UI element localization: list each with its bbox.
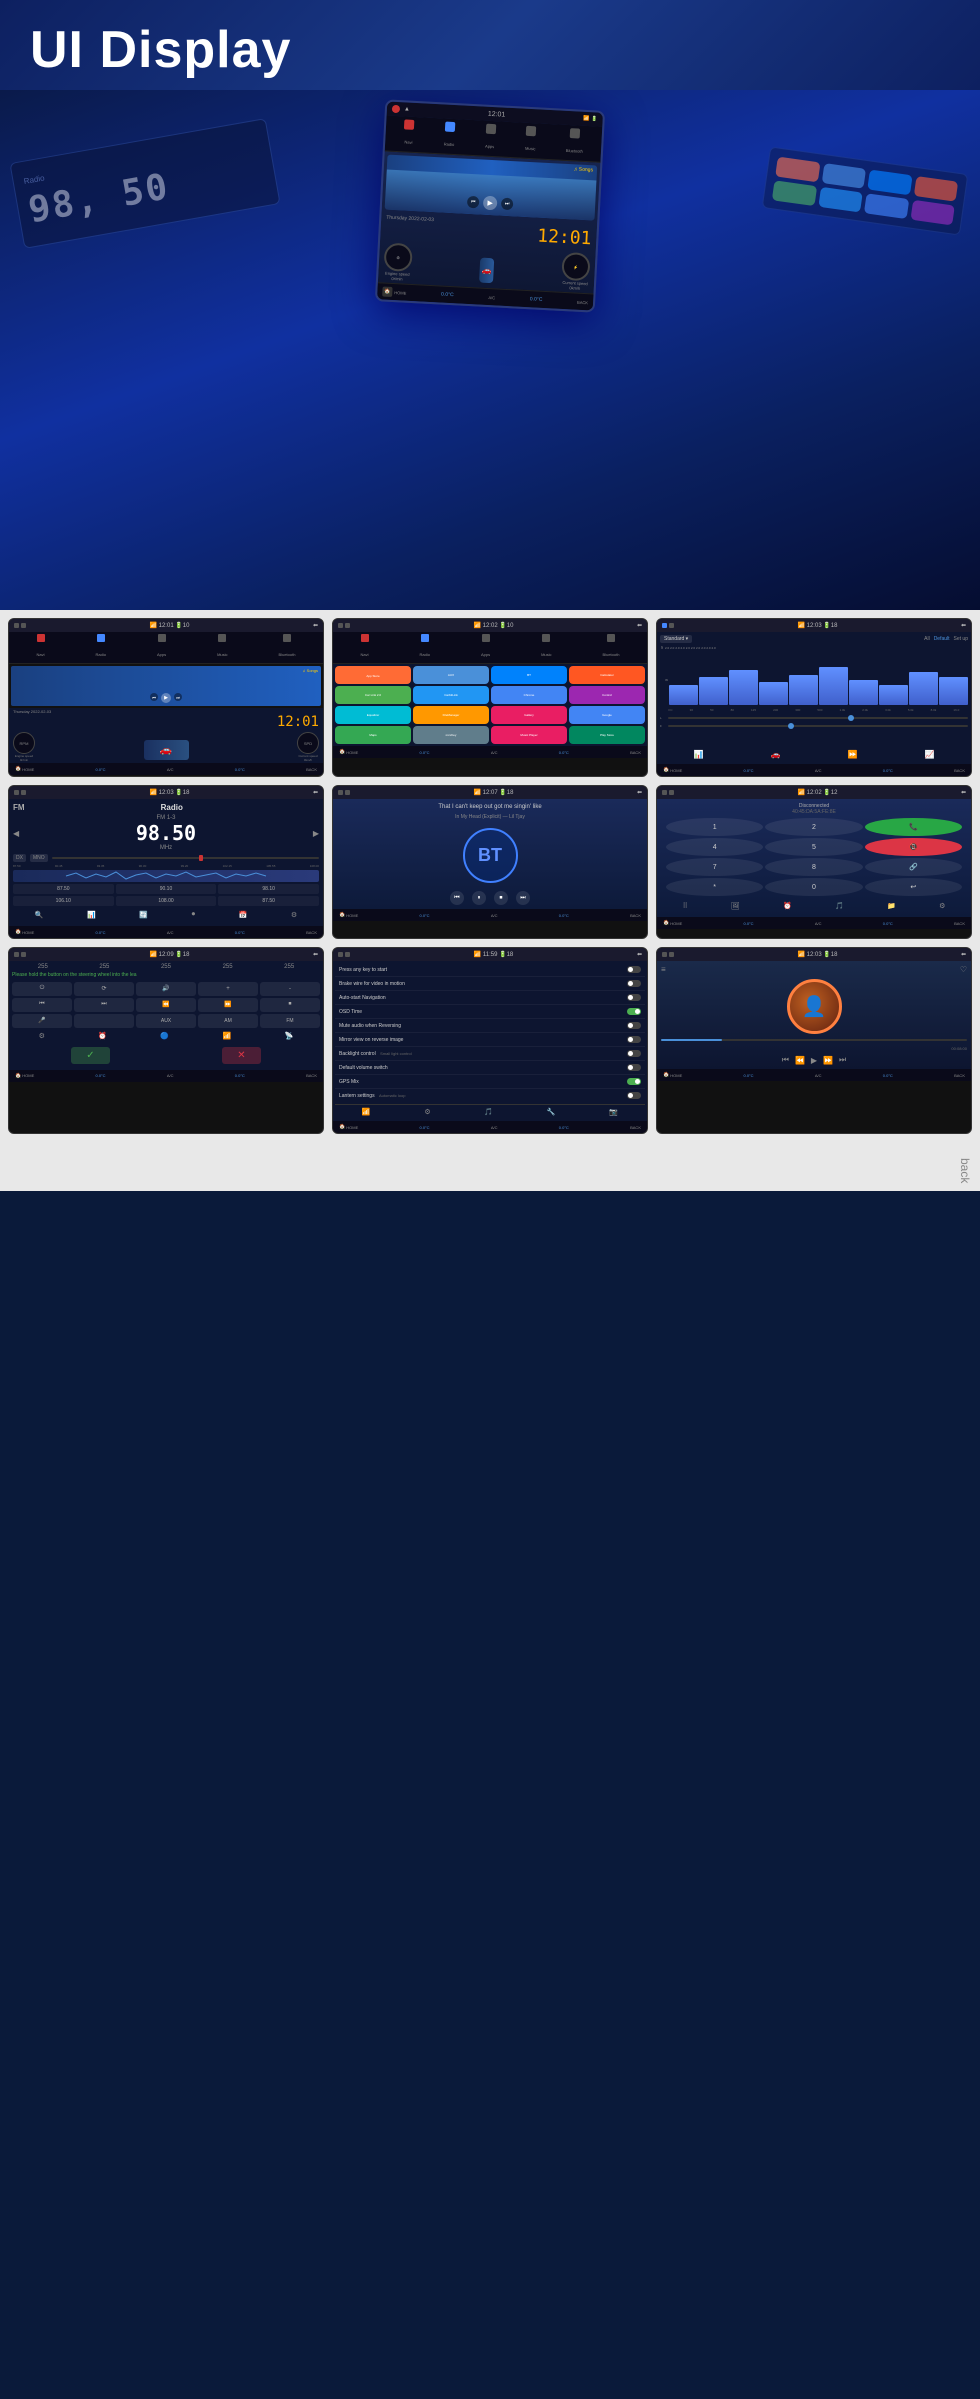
sw-cancel-btn[interactable]: ✕ <box>222 1047 260 1064</box>
screen-phone-bottom: 🏠 HOME 0.0°C A/C 0.0°C BACK <box>657 917 971 929</box>
screen-eq-header: 📶 12:03 🔋18 ⬅ <box>657 619 971 632</box>
sw-check-btn[interactable]: ✓ <box>71 1047 109 1064</box>
hero-section: Radio 98, 50 ▲ <box>0 90 980 610</box>
screen-home-bottom: 🏠 HOME 0.0°C A/C 0.0°C BACK <box>9 763 323 775</box>
screen-radio-bottom: 🏠 HOME 0.0°C A/C 0.0°C BACK <box>9 926 323 938</box>
setting-1: Press any key to start <box>339 967 387 973</box>
screen-bt-header: 📶 12:07 🔋18 ⬅ <box>333 786 647 799</box>
screen-sw-bottom: 🏠 HOME 0.0°C A/C 0.0°C BACK <box>9 1070 323 1082</box>
screen-phone-header: 📶 12:02 🔋12 ⬅ <box>657 786 971 799</box>
screen-settings-time: 📶 11:59 🔋18 <box>474 951 514 958</box>
hero-back-label: BACK <box>577 299 588 305</box>
screen-sw-header: 📶 12:09 🔋18 ⬅ <box>9 948 323 961</box>
bt-song-subtitle: In My Head (Explicit) — Lil Tjay <box>337 814 643 820</box>
setting-7: Backlight control <box>339 1051 376 1057</box>
screen-home-back: BACK <box>306 767 317 772</box>
sw-hint: Please hold the button on the steering w… <box>12 972 320 979</box>
screen-apps-header: 📶 12:02 🔋10 ⬅ <box>333 619 647 632</box>
screens-row-2: 📶 12:03 🔋18 ⬅ FM Radio ◀ FM 1-3 98.50 MH… <box>8 785 972 939</box>
setting-5: Mute audio when Reversing <box>339 1023 401 1029</box>
screen-settings: 📶 11:59 🔋18 ⬅ Press any key to start Bra… <box>332 947 648 1134</box>
screen-settings-header: 📶 11:59 🔋18 ⬅ <box>333 948 647 961</box>
bt-song-title: That I can't keep out got me singin' lik… <box>337 803 643 811</box>
screen-bt-time: 📶 12:07 🔋18 <box>474 789 514 796</box>
music-heart-icon: ♡ <box>960 965 967 974</box>
hero-bg-screen-right <box>762 146 969 235</box>
screen-music: 📶 12:03 🔋18 ⬅ ≡ ♡ 👤 00:08:00 <box>656 947 972 1134</box>
screen-radio-time: 📶 12:03 🔋18 <box>150 789 190 796</box>
screen-steering-wheel: 📶 12:09 🔋18 ⬅ 255 255 255 255 255 Please… <box>8 947 324 1134</box>
screen-home-time: 📶 12:01 🔋10 <box>150 622 190 629</box>
page-header: UI Display <box>0 0 980 90</box>
radio-fm-label: FM <box>13 803 25 812</box>
hero-bg-screen-left: Radio 98, 50 <box>9 118 280 249</box>
screen-home-header: 📶 12:01 🔋10 ⬅ <box>9 619 323 632</box>
screen-settings-bottom: 🏠 HOME 0.0°C A/C 0.0°C BACK <box>333 1121 647 1133</box>
setting-6: Mirror view on reverse image <box>339 1037 403 1043</box>
screen-music-bottom: 🏠 HOME 0.0°C A/C 0.0°C BACK <box>657 1069 971 1081</box>
music-menu-icon: ≡ <box>661 965 666 974</box>
screen-sw-time: 📶 12:09 🔋18 <box>150 951 190 958</box>
screens-grid: 📶 12:01 🔋10 ⬅ Navi Radio Apps Music Blue… <box>0 610 980 1150</box>
screen-radio-header: 📶 12:03 🔋18 ⬅ <box>9 786 323 799</box>
screen-phone: 📶 12:02 🔋12 ⬅ Disconnected 40:45:DA:5A:F… <box>656 785 972 939</box>
setting-2: Brake wire for video in motion <box>339 981 405 987</box>
hero-home-label: HOME <box>394 290 406 296</box>
screen-home: 📶 12:01 🔋10 ⬅ Navi Radio Apps Music Blue… <box>8 618 324 777</box>
screen-apps-bottom: 🏠 HOME 0.0°C A/C 0.0°C BACK <box>333 746 647 758</box>
screen-music-time: 📶 12:03 🔋18 <box>798 951 838 958</box>
setting-4: OSD Time <box>339 1009 362 1015</box>
page-title: UI Display <box>30 20 950 80</box>
hero-main-screen: ▲ 12:01 📶 🔋 Navi Radio Apps Music Blueto… <box>375 99 605 312</box>
setting-9: GPS Mix <box>339 1079 359 1085</box>
footer: back <box>0 1150 980 1191</box>
screens-row-1: 📶 12:01 🔋10 ⬅ Navi Radio Apps Music Blue… <box>8 618 972 777</box>
screen-radio: 📶 12:03 🔋18 ⬅ FM Radio ◀ FM 1-3 98.50 MH… <box>8 785 324 939</box>
setting-10: Lantern settings <box>339 1093 375 1099</box>
setting-3: Auto-start Navigation <box>339 995 386 1001</box>
radio-freq: 98.50 <box>136 821 196 845</box>
screen-bt-bottom: 🏠 HOME 0.0°C A/C 0.0°C BACK <box>333 909 647 921</box>
screen-bt-music: 📶 12:07 🔋18 ⬅ That I can't keep out got … <box>332 785 648 939</box>
phone-mac: 40:45:DA:5A:FE:8E <box>661 809 967 815</box>
hero-songs-label: ♫ Songs <box>574 166 594 173</box>
screen-eq-bottom: 🏠 HOME 0.0°C A/C 0.0°C BACK <box>657 764 971 776</box>
footer-back-label: back <box>958 1158 972 1183</box>
radio-label: Radio <box>161 803 183 812</box>
screen-eq-time: 📶 12:03 🔋18 <box>798 622 838 629</box>
music-duration: 00:08:00 <box>661 1046 967 1051</box>
bt-label: BT <box>478 845 502 866</box>
setting-8: Default volume switch <box>339 1065 388 1071</box>
screen-apps-time: 📶 12:02 🔋10 <box>474 622 514 629</box>
screen-equalizer: 📶 12:03 🔋18 ⬅ Standard ▾ All Default Set… <box>656 618 972 777</box>
screens-row-3: 📶 12:09 🔋18 ⬅ 255 255 255 255 255 Please… <box>8 947 972 1134</box>
hero-time: 12:01 <box>488 110 506 118</box>
screen-music-header: 📶 12:03 🔋18 ⬅ <box>657 948 971 961</box>
screen-apps: 📶 12:02 🔋10 ⬅ Navi Radio Apps Music Blue… <box>332 618 648 777</box>
screen-phone-time: 📶 12:02 🔋12 <box>798 789 838 796</box>
